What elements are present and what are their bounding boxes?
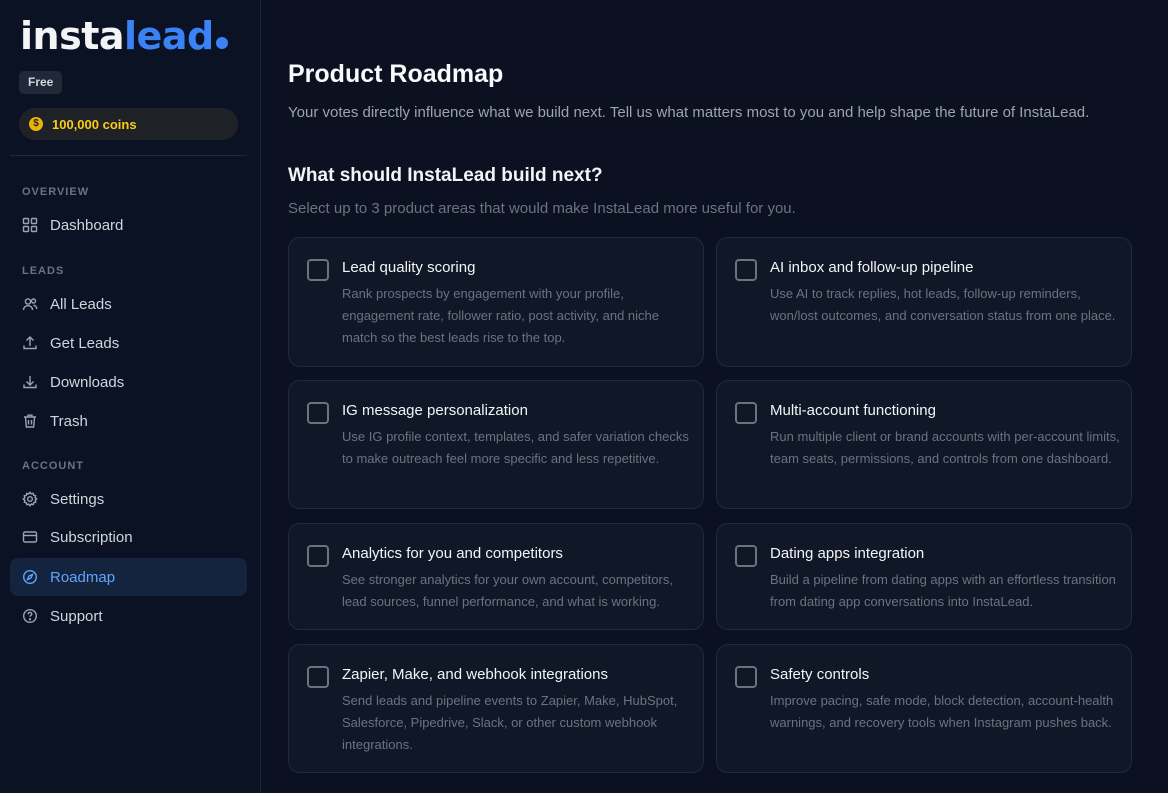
sidebar-item-settings[interactable]: Settings: [10, 480, 247, 518]
coins-balance: $ 100,000 coins: [19, 108, 238, 140]
roadmap-option-card[interactable]: IG message personalization Use IG profil…: [288, 380, 704, 509]
grid-icon: [22, 217, 38, 233]
compass-icon: [22, 569, 38, 585]
option-description: Improve pacing, safe mode, block detecti…: [770, 693, 1114, 730]
option-title: Lead quality scoring: [342, 259, 476, 276]
option-checkbox[interactable]: [735, 666, 757, 688]
page-title: Product Roadmap: [288, 60, 504, 88]
option-checkbox[interactable]: [735, 259, 757, 281]
roadmap-option-card[interactable]: Dating apps integration Build a pipeline…: [716, 523, 1132, 630]
coins-text: 100,000 coins: [52, 116, 137, 132]
nav-section-leads: LEADS: [22, 265, 65, 277]
sidebar-item-all-leads[interactable]: All Leads: [10, 285, 247, 323]
brand-dot-icon: [215, 37, 228, 49]
plan-badge: Free: [19, 71, 63, 94]
coin-icon: $: [29, 117, 43, 131]
option-title: Dating apps integration: [770, 545, 925, 562]
option-description: Run multiple client or brand accounts wi…: [770, 429, 1120, 466]
trash-icon: [22, 413, 38, 429]
option-checkbox[interactable]: [307, 666, 329, 688]
sidebar: instalead Free $ 100,000 coins OVERVIEW …: [0, 0, 261, 793]
sidebar-item-dashboard[interactable]: Dashboard: [10, 206, 247, 244]
sidebar-item-label: All Leads: [50, 295, 112, 313]
option-title: AI inbox and follow-up pipeline: [770, 259, 974, 276]
sidebar-item-get-leads[interactable]: Get Leads: [10, 324, 247, 362]
sidebar-item-label: Get Leads: [50, 334, 120, 352]
gear-icon: [22, 491, 38, 507]
sidebar-item-label: Roadmap: [50, 568, 116, 586]
option-title: Analytics for you and competitors: [342, 545, 563, 562]
brand-name-part1: insta: [20, 14, 125, 58]
credit-card-icon: [22, 529, 38, 545]
users-icon: [22, 296, 38, 312]
roadmap-option-card[interactable]: Lead quality scoring Rank prospects by e…: [288, 237, 704, 367]
option-title: IG message personalization: [342, 402, 528, 419]
sidebar-divider: [10, 155, 247, 156]
option-description: Rank prospects by engagement with your p…: [342, 286, 659, 345]
sidebar-item-support[interactable]: Support: [10, 597, 247, 635]
download-icon: [22, 374, 38, 390]
sidebar-item-label: Downloads: [50, 373, 125, 391]
roadmap-option-card[interactable]: Safety controls Improve pacing, safe mod…: [716, 644, 1132, 773]
roadmap-option-card[interactable]: Multi-account functioning Run multiple c…: [716, 380, 1132, 509]
roadmap-option-card[interactable]: Zapier, Make, and webhook integrations S…: [288, 644, 704, 773]
sidebar-item-label: Settings: [50, 490, 105, 508]
upload-icon: [22, 335, 38, 351]
sidebar-item-downloads[interactable]: Downloads: [10, 363, 247, 401]
option-title: Safety controls: [770, 666, 870, 683]
option-checkbox[interactable]: [307, 402, 329, 424]
sidebar-item-label: Subscription: [50, 528, 133, 546]
option-checkbox[interactable]: [307, 545, 329, 567]
sidebar-item-label: Support: [50, 607, 103, 625]
sidebar-item-trash[interactable]: Trash: [10, 402, 247, 440]
option-checkbox[interactable]: [735, 402, 757, 424]
roadmap-option-card[interactable]: AI inbox and follow-up pipeline Use AI t…: [716, 237, 1132, 367]
help-circle-icon: [22, 608, 38, 624]
sidebar-item-label: Trash: [50, 412, 88, 430]
option-description: See stronger analytics for your own acco…: [342, 572, 673, 609]
option-title: Zapier, Make, and webhook integrations: [342, 666, 608, 683]
sidebar-item-label: Dashboard: [50, 216, 124, 234]
option-checkbox[interactable]: [307, 259, 329, 281]
vote-section-title: What should InstaLead build next?: [288, 165, 603, 186]
option-description: Use IG profile context, templates, and s…: [342, 429, 689, 466]
nav-section-overview: OVERVIEW: [22, 186, 90, 198]
sidebar-item-roadmap[interactable]: Roadmap: [10, 558, 247, 596]
brand-name-part2: lead: [124, 14, 214, 58]
option-title: Multi-account functioning: [770, 402, 936, 419]
roadmap-option-card[interactable]: Analytics for you and competitors See st…: [288, 523, 704, 630]
page-subtitle: Your votes directly influence what we bu…: [288, 104, 1090, 121]
option-checkbox[interactable]: [735, 545, 757, 567]
option-description: Send leads and pipeline events to Zapier…: [342, 693, 678, 752]
option-description: Use AI to track replies, hot leads, foll…: [770, 286, 1116, 323]
vote-section-subtitle: Select up to 3 product areas that would …: [288, 200, 796, 217]
option-description: Build a pipeline from dating apps with a…: [770, 572, 1116, 609]
nav-section-account: ACCOUNT: [22, 460, 84, 472]
sidebar-item-subscription[interactable]: Subscription: [10, 518, 247, 556]
brand-logo[interactable]: instalead: [20, 14, 228, 58]
